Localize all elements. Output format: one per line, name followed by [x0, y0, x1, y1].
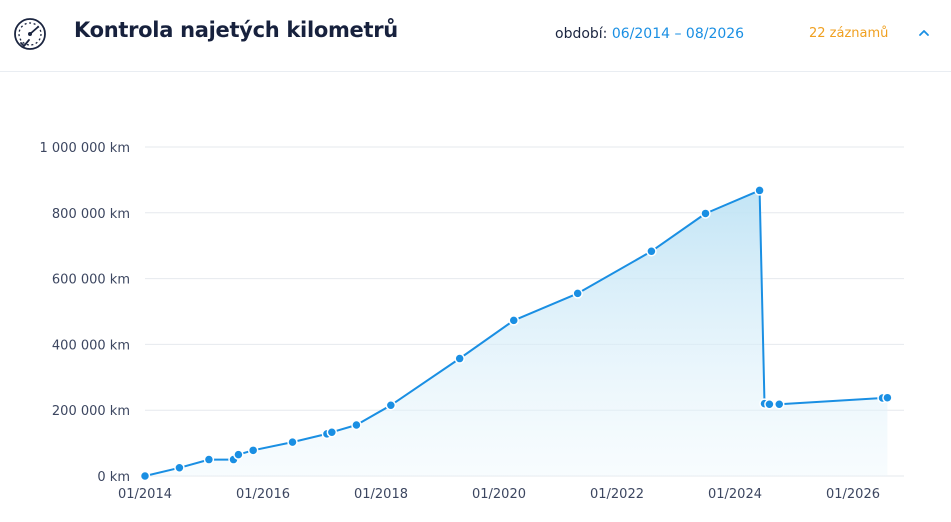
x-tick-label: 01/2020	[472, 487, 526, 502]
data-point[interactable]	[247, 445, 259, 456]
data-point[interactable]	[572, 288, 583, 299]
period-value: 06/2014 – 08/2026	[611, 26, 745, 42]
x-tick-label: 01/2022	[590, 487, 644, 502]
data-point[interactable]	[700, 208, 711, 219]
y-tick-label: 0 km	[97, 470, 130, 485]
period-range: období: 06/2014 – 08/2026	[555, 26, 744, 42]
period-label: období:	[555, 26, 608, 42]
data-point[interactable]	[454, 353, 465, 364]
data-point[interactable]	[646, 246, 657, 257]
data-point[interactable]	[882, 392, 893, 403]
data-point[interactable]	[203, 454, 215, 465]
gauge-icon	[14, 18, 46, 50]
data-point[interactable]	[233, 449, 244, 460]
series-mileage	[139, 185, 893, 482]
mileage-chart: 0 km 200 000 km 400 000 km 600 000 km 800 00…	[40, 141, 904, 502]
x-tick-label: 01/2018	[354, 487, 408, 502]
panel-header: Kontrola najetých kilometrů období: 06/2…	[0, 0, 951, 72]
data-point[interactable]	[385, 400, 397, 411]
data-point[interactable]	[754, 185, 765, 196]
records-count: 22 záznamů	[809, 26, 889, 41]
x-tick-label: 01/2026	[826, 487, 880, 502]
data-point[interactable]	[287, 436, 298, 448]
data-point[interactable]	[351, 419, 362, 431]
data-point[interactable]	[174, 462, 185, 474]
x-tick-label: 01/2016	[236, 487, 290, 502]
y-axis: 0 km 200 000 km 400 000 km 600 000 km 800 00…	[40, 141, 131, 485]
y-tick-label: 200 000 km	[52, 404, 130, 419]
data-point[interactable]	[326, 426, 338, 438]
data-point[interactable]	[774, 399, 785, 410]
x-axis: 01/2014 01/2016 01/2018 01/2020 01/2022 01/20…	[118, 487, 880, 502]
data-point[interactable]	[508, 315, 519, 326]
page-title: Kontrola najetých kilometrů	[74, 18, 398, 42]
y-tick-label: 400 000 km	[52, 338, 130, 353]
chevron-up-icon[interactable]	[917, 26, 931, 40]
area-fill	[145, 190, 888, 476]
y-tick-label: 600 000 km	[52, 273, 130, 288]
x-tick-label: 01/2024	[708, 487, 762, 502]
y-tick-label: 1 000 000 km	[40, 141, 131, 156]
data-point[interactable]	[764, 399, 775, 410]
x-tick-label: 01/2014	[118, 487, 172, 502]
y-tick-label: 800 000 km	[52, 207, 130, 222]
data-point[interactable]	[139, 470, 151, 482]
